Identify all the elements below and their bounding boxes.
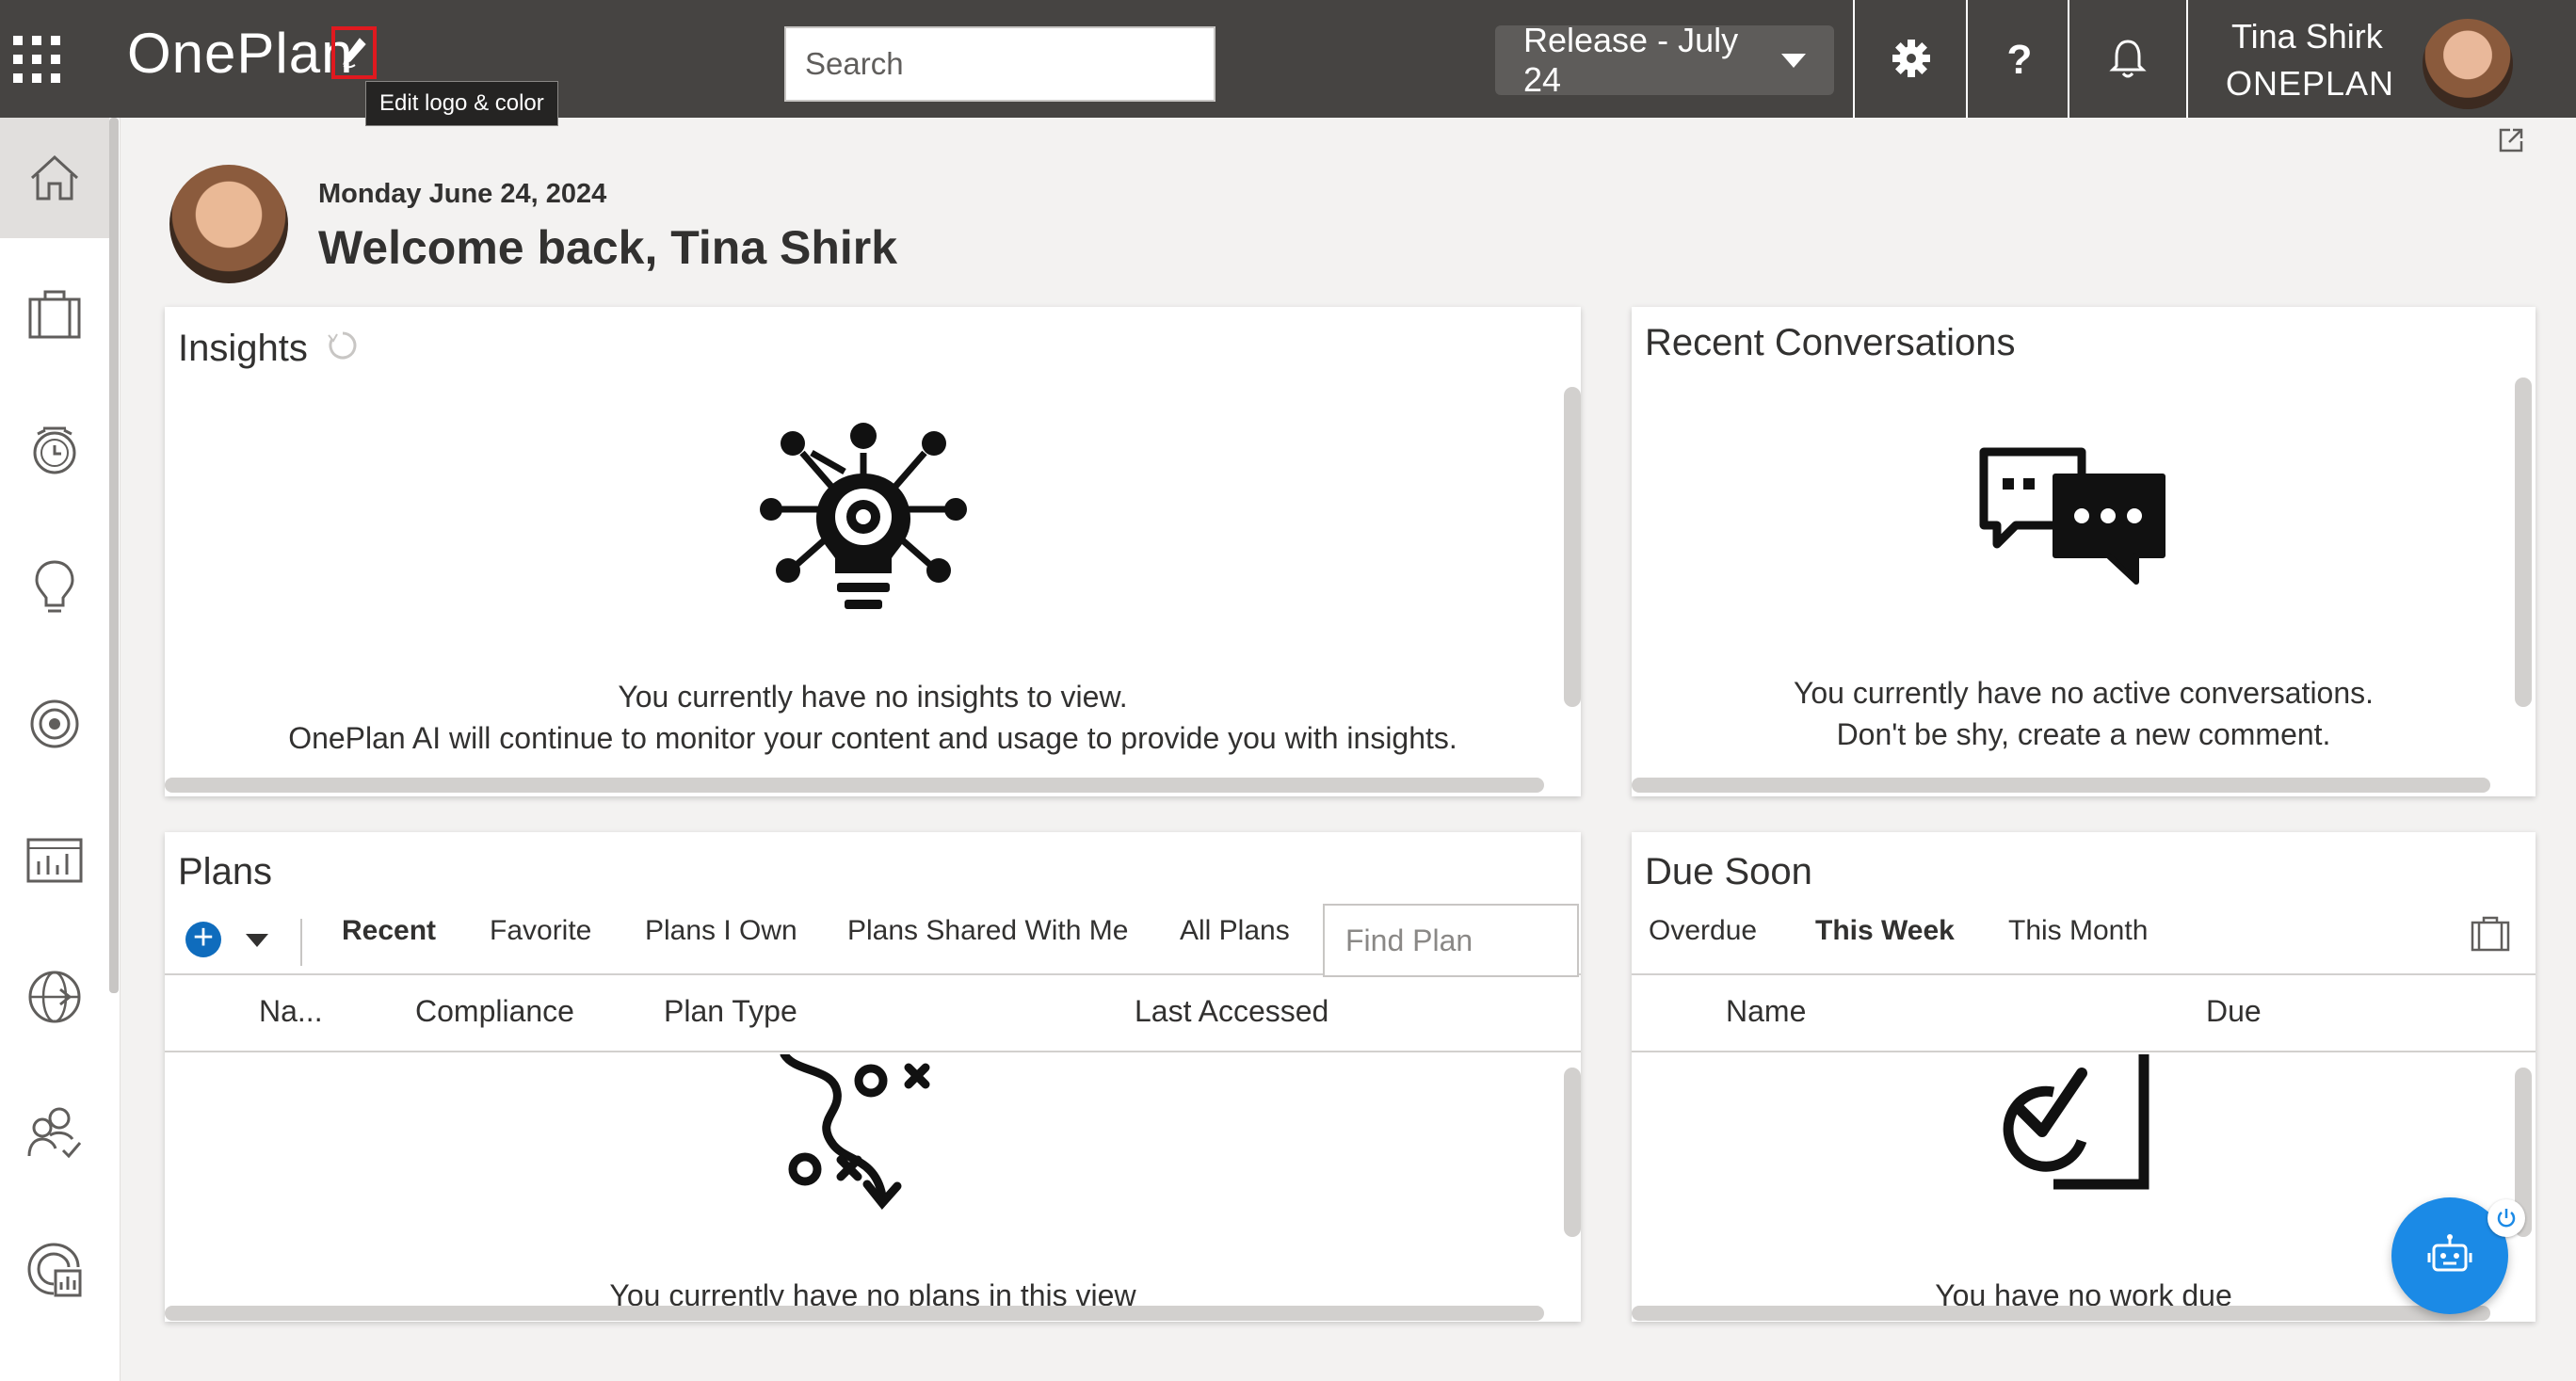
chevron-down-icon[interactable] <box>246 934 268 947</box>
due-soon-column-header: Name Due <box>1632 975 2536 1052</box>
pencil-icon <box>343 38 366 69</box>
chevron-down-icon <box>1781 53 1806 68</box>
power-button[interactable] <box>2487 1199 2525 1237</box>
nav-home[interactable] <box>0 118 109 238</box>
tab-favorite[interactable]: Favorite <box>490 915 591 947</box>
brand-logo[interactable]: OnePlan <box>127 21 354 86</box>
refresh-icon[interactable] <box>327 329 359 361</box>
nav-scrollbar[interactable] <box>109 118 119 993</box>
vertical-scrollbar[interactable] <box>1564 387 1581 707</box>
notifications-button[interactable] <box>2100 30 2156 87</box>
tab-overdue[interactable]: Overdue <box>1649 915 1757 947</box>
plans-card: Plans + Recent Favorite Plans I Own Plan… <box>165 832 1581 1322</box>
expand-icon[interactable] <box>2497 126 2525 159</box>
column-name[interactable]: Name <box>1726 994 1806 1029</box>
column-compliance[interactable]: Compliance <box>415 994 574 1029</box>
power-icon <box>2497 1209 2516 1228</box>
card-title: Insights <box>178 328 308 369</box>
edit-logo-tooltip: Edit logo & color <box>365 81 558 126</box>
add-plan-button[interactable]: + <box>185 918 221 957</box>
briefcase-icon[interactable] <box>2470 915 2511 953</box>
globe-icon <box>28 971 81 1023</box>
column-name[interactable]: Na... <box>259 994 323 1029</box>
global-search[interactable] <box>784 26 1216 102</box>
tab-this-week[interactable]: This Week <box>1815 915 1955 947</box>
settings-button[interactable] <box>1883 30 1940 87</box>
avatar[interactable] <box>2423 19 2513 109</box>
gear-icon <box>1892 40 1930 77</box>
robot-icon <box>2427 1234 2472 1272</box>
app-launcher-icon[interactable] <box>13 36 60 83</box>
nav-ideas[interactable] <box>0 527 109 648</box>
portfolio-icon <box>28 290 81 339</box>
welcome-date: Monday June 24, 2024 <box>318 179 607 209</box>
due-soon-tab-bar: Overdue This Week This Month <box>1632 898 2536 975</box>
tab-plans-i-own[interactable]: Plans I Own <box>645 915 797 947</box>
analytics-icon <box>27 1243 82 1297</box>
tab-this-month[interactable]: This Month <box>2008 915 2148 947</box>
reports-icon <box>26 838 83 883</box>
vertical-scrollbar[interactable] <box>1564 1068 1581 1237</box>
nav-resources[interactable] <box>0 1073 109 1194</box>
svg-text:?: ? <box>2007 38 2033 79</box>
insights-empty-line1: You currently have no insights to view. <box>618 680 1128 714</box>
conversations-empty-line1: You currently have no active conversatio… <box>1793 676 2375 710</box>
horizontal-scrollbar[interactable] <box>165 1306 1544 1321</box>
nav-timesheet[interactable] <box>0 391 109 511</box>
strategy-play-icon <box>780 1054 930 1210</box>
nav-reports[interactable] <box>0 800 109 921</box>
tab-recent[interactable]: Recent <box>342 915 436 947</box>
user-name[interactable]: Tina Shirk <box>2231 17 2383 56</box>
edit-logo-button[interactable] <box>331 26 377 79</box>
nav-globe[interactable] <box>0 937 109 1057</box>
nav-portfolio[interactable] <box>0 254 109 375</box>
plans-column-header: Na... Compliance Plan Type Last Accessed <box>165 975 1581 1052</box>
column-last-accessed[interactable]: Last Accessed <box>1135 994 1328 1029</box>
user-org: ONEPLAN <box>2226 64 2395 103</box>
nav-analytics[interactable] <box>0 1210 109 1330</box>
card-title: Plans <box>178 851 273 892</box>
home-icon <box>30 154 79 201</box>
timesheet-icon <box>33 426 76 474</box>
insights-empty-line2: OnePlan AI will continue to monitor your… <box>288 721 1457 755</box>
release-dropdown[interactable]: Release - July 24 <box>1495 21 1834 99</box>
horizontal-scrollbar[interactable] <box>1632 778 2490 793</box>
horizontal-scrollbar[interactable] <box>165 778 1544 793</box>
chat-bubbles-icon <box>1979 447 2165 585</box>
task-check-icon <box>2003 1054 2149 1190</box>
bell-icon <box>2109 40 2147 78</box>
divider <box>2186 0 2188 118</box>
ai-lightbulb-icon <box>760 423 967 609</box>
divider <box>1966 0 1968 118</box>
find-plan-field[interactable] <box>1323 904 1579 977</box>
help-icon: ? <box>2007 38 2033 79</box>
column-due[interactable]: Due <box>2206 994 2262 1029</box>
divider <box>300 919 302 966</box>
search-input[interactable] <box>805 46 1205 82</box>
card-title: Recent Conversations <box>1645 322 2016 363</box>
tab-plans-shared[interactable]: Plans Shared With Me <box>847 915 1128 947</box>
resources-icon <box>27 1107 82 1159</box>
page-title: Welcome back, Tina Shirk <box>318 221 898 274</box>
divider <box>1853 0 1855 118</box>
release-label: Release - July 24 <box>1523 21 1739 99</box>
horizontal-scrollbar[interactable] <box>1632 1306 2490 1321</box>
ideas-icon <box>35 560 74 613</box>
card-title: Due Soon <box>1645 851 1812 892</box>
help-button[interactable]: ? <box>1991 30 2048 87</box>
conversations-card: Recent Conversations You currently have … <box>1632 307 2536 796</box>
divider <box>2068 0 2069 118</box>
plus-icon: + <box>192 918 215 957</box>
conversations-empty-line2: Don't be shy, create a new comment. <box>1836 717 2331 751</box>
nav-goals[interactable] <box>0 664 109 784</box>
find-plan-input[interactable] <box>1345 923 1556 958</box>
tab-all-plans[interactable]: All Plans <box>1180 915 1290 947</box>
avatar <box>169 165 288 283</box>
goals-icon <box>30 699 79 748</box>
insights-card: Insights You currently have no insights … <box>165 307 1581 796</box>
column-plan-type[interactable]: Plan Type <box>664 994 797 1029</box>
vertical-scrollbar[interactable] <box>2515 377 2532 707</box>
